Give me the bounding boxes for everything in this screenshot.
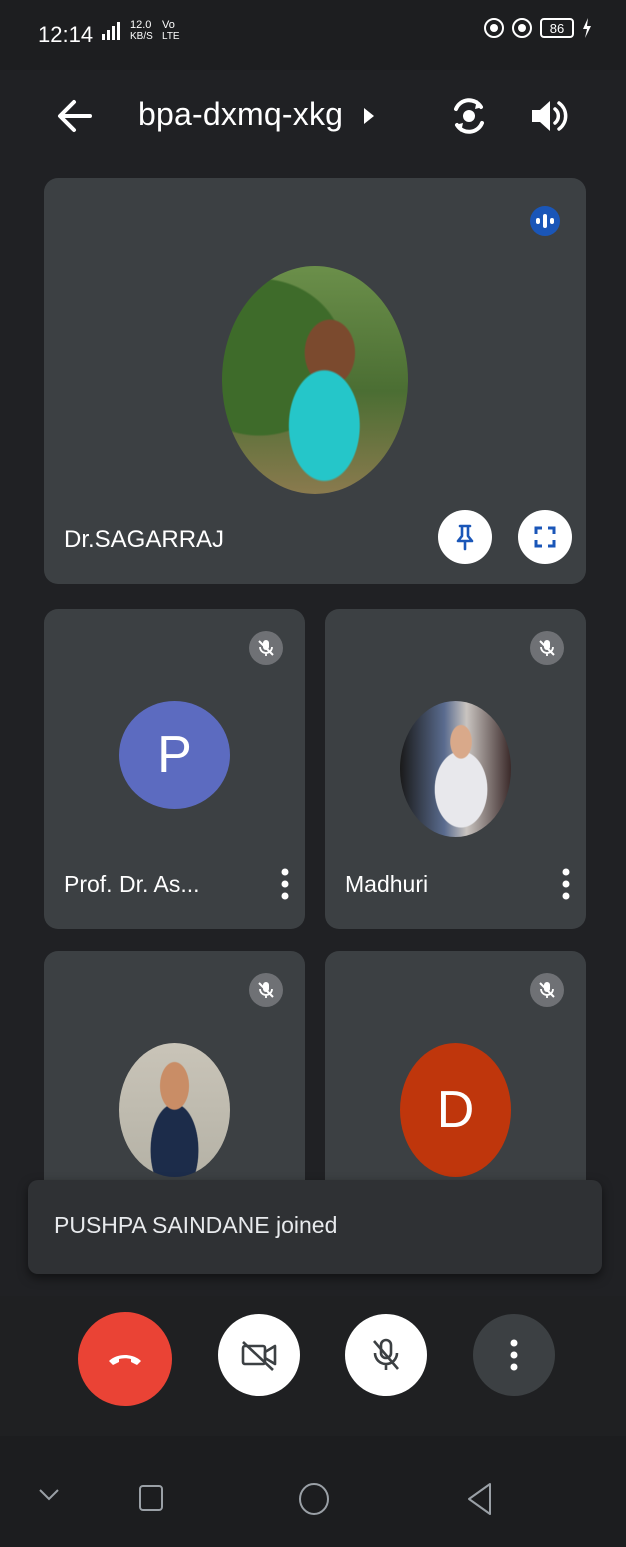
avatar-letter: D xyxy=(436,1081,475,1139)
recents-icon[interactable] xyxy=(138,1484,164,1512)
participant-tile[interactable]: D xyxy=(325,951,586,1201)
main-speaker-name: Dr.SAGARRAJ xyxy=(64,526,225,553)
speaker-icon[interactable] xyxy=(528,97,568,135)
more-vert-icon xyxy=(510,1339,518,1371)
back-arrow-icon[interactable] xyxy=(54,96,94,136)
call-controls xyxy=(0,1296,626,1436)
fullscreen-icon xyxy=(534,526,556,548)
participant-avatar xyxy=(119,1043,230,1177)
participant-name: Prof. Dr. As... xyxy=(64,871,200,897)
muted-mic-icon xyxy=(249,973,283,1007)
status-time: 12:14 xyxy=(38,22,94,47)
avatar-letter: P xyxy=(157,726,192,784)
lte-label: LTE xyxy=(162,31,180,42)
participant-avatar: P xyxy=(119,701,230,809)
caret-right-icon[interactable] xyxy=(362,105,376,127)
more-options-icon[interactable] xyxy=(280,867,290,901)
participant-tile[interactable]: Madhuri xyxy=(325,609,586,929)
muted-mic-icon xyxy=(530,973,564,1007)
status-right: 86 xyxy=(484,18,592,38)
camera-off-icon xyxy=(241,1341,277,1371)
back-nav-icon[interactable] xyxy=(466,1482,492,1516)
participant-name: Madhuri xyxy=(345,871,429,897)
mic-off-icon xyxy=(373,1338,399,1370)
mic-toggle-button[interactable] xyxy=(345,1314,427,1396)
battery-level: 86 xyxy=(549,20,565,36)
lock-icon xyxy=(512,18,532,38)
toast-message: PUSHPA SAINDANE joined xyxy=(54,1212,338,1238)
participant-tile[interactable] xyxy=(44,951,305,1201)
muted-mic-icon xyxy=(249,631,283,665)
more-options-button[interactable] xyxy=(473,1314,555,1396)
battery-icon: 86 xyxy=(540,18,574,38)
nav-collapse-icon[interactable] xyxy=(38,1488,60,1502)
participant-avatar xyxy=(400,701,511,837)
muted-mic-icon xyxy=(530,631,564,665)
charging-icon xyxy=(583,18,591,38)
home-icon[interactable] xyxy=(298,1482,330,1516)
main-speaker-tile[interactable]: Dr.SAGARRAJ xyxy=(44,178,586,584)
hang-up-icon xyxy=(109,1355,141,1365)
more-options-icon[interactable] xyxy=(561,867,571,901)
system-nav-bar xyxy=(0,1436,626,1547)
status-bar: 12:14 12.0 KB/S Vo LTE 86 xyxy=(0,0,626,70)
participant-avatar: D xyxy=(400,1043,511,1177)
dnd-icon xyxy=(484,18,504,38)
network-speed-unit: KB/S xyxy=(130,31,153,42)
pin-button[interactable] xyxy=(438,510,492,564)
main-speaker-avatar xyxy=(222,266,408,494)
participant-tile[interactable]: P Prof. Dr. As... xyxy=(44,609,305,929)
join-toast: PUSHPA SAINDANE joined xyxy=(28,1180,602,1274)
pin-icon xyxy=(456,524,474,551)
speaking-indicator-icon xyxy=(530,206,560,236)
volte-label: Vo xyxy=(162,19,175,31)
signal-icon xyxy=(102,22,120,40)
fullscreen-button[interactable] xyxy=(518,510,572,564)
switch-camera-icon[interactable] xyxy=(448,95,490,137)
network-speed: 12.0 xyxy=(130,19,152,31)
meeting-code[interactable]: bpa-dxmq-xkg xyxy=(138,96,343,133)
camera-toggle-button[interactable] xyxy=(218,1314,300,1396)
end-call-button[interactable] xyxy=(78,1312,172,1406)
